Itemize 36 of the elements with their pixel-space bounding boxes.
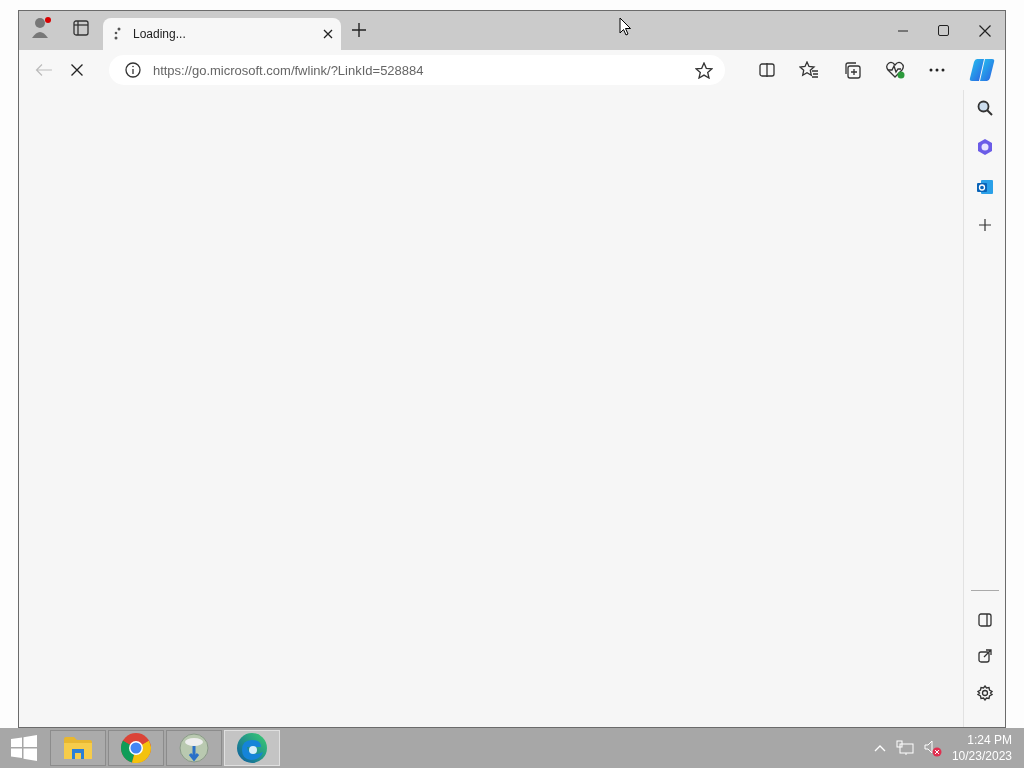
mail-app-icon[interactable] bbox=[975, 178, 994, 196]
open-external-icon[interactable] bbox=[977, 649, 992, 663]
profile-icon[interactable] bbox=[31, 15, 53, 40]
hexagon-app-icon[interactable] bbox=[975, 138, 994, 156]
loading-spinner-icon bbox=[113, 27, 121, 41]
folder-icon[interactable] bbox=[63, 735, 93, 761]
tab-actions-icon[interactable] bbox=[73, 19, 89, 36]
close-tab-icon[interactable] bbox=[323, 29, 333, 39]
sidebar-panel-icon[interactable] bbox=[977, 613, 992, 627]
search-icon[interactable] bbox=[976, 100, 993, 116]
maximize-icon[interactable] bbox=[938, 25, 949, 36]
new-tab-icon[interactable] bbox=[351, 22, 367, 38]
info-icon[interactable] bbox=[124, 62, 141, 78]
browser-tab[interactable]: Loading... bbox=[103, 18, 341, 50]
chrome-logo-icon[interactable] bbox=[120, 732, 152, 764]
volume-muted-icon[interactable] bbox=[923, 739, 942, 757]
add-icon[interactable] bbox=[977, 218, 992, 232]
favorite-star-icon[interactable] bbox=[695, 61, 713, 79]
favorites-icon[interactable] bbox=[799, 61, 819, 79]
taskbar-app-button[interactable] bbox=[50, 730, 106, 766]
edge-logo-icon[interactable] bbox=[236, 732, 268, 764]
tab-title: Loading... bbox=[133, 27, 187, 41]
taskbar-app-button[interactable] bbox=[166, 730, 222, 766]
heart-pulse-icon[interactable] bbox=[885, 61, 905, 79]
stop-loading-icon[interactable] bbox=[70, 64, 83, 76]
settings-icon[interactable] bbox=[976, 685, 993, 701]
mouse-cursor-icon bbox=[619, 17, 632, 36]
split-screen-icon[interactable] bbox=[759, 63, 775, 77]
copilot-icon[interactable] bbox=[969, 58, 995, 82]
more-options-icon[interactable] bbox=[929, 68, 945, 72]
collections-icon[interactable] bbox=[843, 61, 861, 79]
close-window-icon[interactable] bbox=[979, 24, 991, 37]
start-windows-icon[interactable] bbox=[11, 735, 37, 761]
address-bar[interactable]: https://go.microsoft.com/fwlink/?LinkId=528884 bbox=[108, 55, 725, 85]
url-text: https://go.microsoft.com/fwlink/?LinkId=528884 bbox=[152, 62, 425, 78]
taskbar-app-button[interactable] bbox=[108, 730, 164, 766]
